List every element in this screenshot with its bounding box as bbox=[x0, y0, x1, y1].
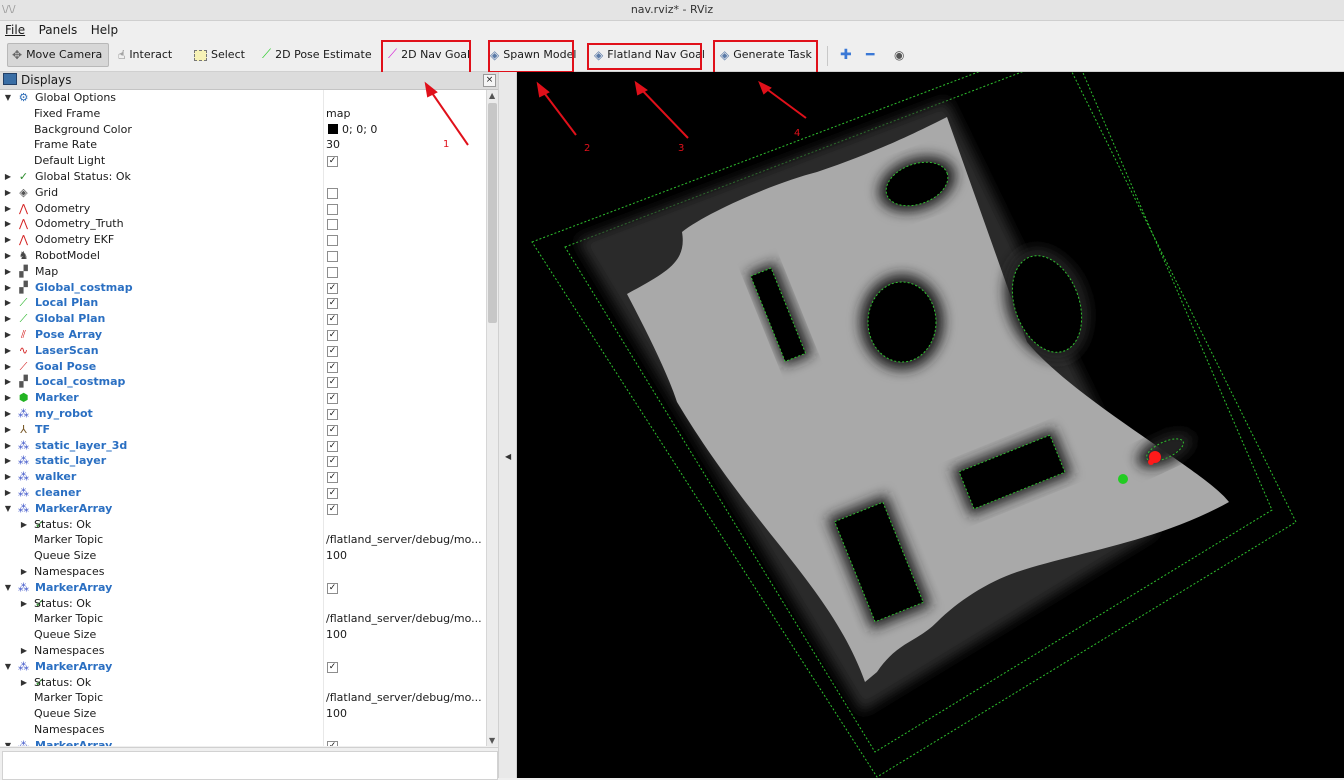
annotation-label-1: 1 bbox=[443, 139, 450, 150]
annotation-label-3: 3 bbox=[678, 143, 685, 154]
annotation-arrows bbox=[424, 80, 807, 146]
annotation-label-4: 4 bbox=[794, 128, 801, 139]
annotation-label-2: 2 bbox=[584, 143, 591, 154]
